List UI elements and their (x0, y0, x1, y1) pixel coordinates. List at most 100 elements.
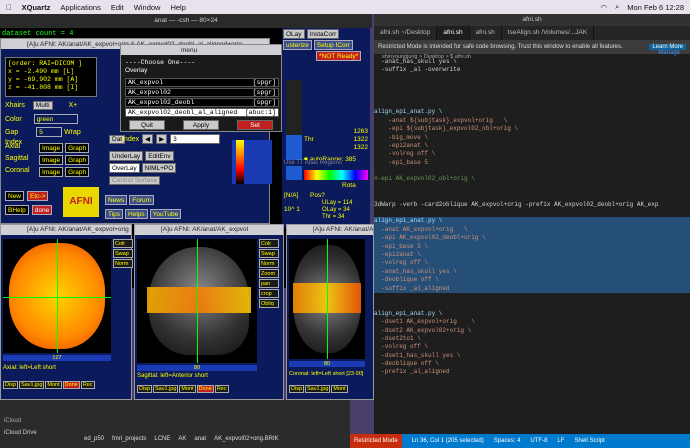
code-line[interactable]: -anat AK_expvol+orig \ (374, 225, 690, 235)
icloud-drive-item[interactable]: iCloud Drive (4, 430, 37, 436)
code-line[interactable]: -dset2 AK_expvol02+orig \ (374, 327, 690, 335)
afni-logo[interactable]: AFNI (63, 187, 99, 217)
menu-item[interactable]: AK_expvol02_deobl [spgr] (125, 98, 279, 107)
code-line[interactable]: -suffix _al_aligned (374, 284, 690, 293)
code-line[interactable]: -dset1_has_skull yes \ (374, 352, 690, 360)
code-line[interactable] (374, 75, 690, 83)
sagittal-image-button[interactable]: Image (39, 155, 64, 165)
code-line[interactable]: -epi_base 5 (374, 159, 690, 167)
clusterize-button[interactable]: usterize (283, 40, 312, 50)
menu-edit[interactable]: Edit (111, 3, 124, 12)
menu-applications[interactable]: Applications (60, 3, 100, 12)
xhairs-select[interactable]: Multi (32, 101, 53, 110)
side-zoom[interactable]: Zoom (259, 269, 279, 278)
code-line[interactable]: -deoblique off \ (374, 360, 690, 368)
app-menu[interactable]: XQuartz (22, 3, 51, 12)
code-line[interactable]: -epi2anat \ (374, 250, 690, 260)
axial-image-button[interactable]: Image (39, 143, 64, 153)
code-line[interactable] (374, 209, 690, 217)
side-crop[interactable]: crop (259, 289, 279, 298)
sagittal-graph-button[interactable]: Graph (65, 155, 90, 165)
side-norm[interactable]: Norm (113, 259, 133, 268)
color-scale-bar[interactable] (232, 140, 272, 184)
code-line[interactable]: -epi_base 5 \ (374, 242, 690, 251)
side-colr[interactable]: Colr (113, 239, 133, 248)
code-line[interactable]: -deoblique off \ (374, 276, 690, 285)
disp-button[interactable]: Disp (137, 385, 153, 393)
instacorr-button[interactable]: InstaCorr (306, 29, 340, 39)
mont-button[interactable]: Mont (331, 385, 348, 393)
sagittal-slider[interactable]: 80 (137, 365, 257, 371)
line-ending[interactable]: LF (557, 438, 564, 444)
code-line[interactable]: -dset1 AK_expvol+orig \ (374, 318, 690, 326)
disp-button[interactable]: Disp (289, 385, 305, 393)
menu-item[interactable]: AK_expvol02 [spgr] (125, 88, 279, 97)
menu-item[interactable]: AK_expvol [spgr] (125, 78, 279, 87)
underlay-button[interactable]: UnderLay (109, 151, 144, 161)
etc-button[interactable]: Etc-> (27, 191, 49, 201)
path-segment[interactable]: anat (194, 436, 206, 442)
menu-window[interactable]: Window (134, 3, 161, 12)
cursor-position[interactable]: Ln 36, Col 1 (205 selected) (412, 438, 484, 444)
power-value[interactable]: 1 (296, 206, 300, 213)
code-line[interactable] (374, 184, 690, 192)
done-button[interactable]: done (31, 205, 53, 215)
youtube-button[interactable]: YouTube (149, 209, 182, 219)
overlay-button[interactable]: OverLay (109, 163, 140, 173)
code-line[interactable] (374, 92, 690, 100)
save-button[interactable]: Sav1.jpg (153, 385, 179, 393)
coronal-slider[interactable]: 80 (289, 361, 365, 367)
tab-tsealign[interactable]: tseAlign.sh /Volumes/...JAK (502, 26, 595, 40)
index-input[interactable]: 3 (170, 134, 221, 144)
mont-button[interactable]: Mont (45, 381, 62, 389)
coronal-image-button[interactable]: Image (39, 167, 64, 177)
coronal-graph-button[interactable]: Graph (65, 167, 90, 177)
code-line[interactable] (374, 293, 690, 301)
side-pan[interactable]: pan (259, 279, 279, 288)
rec-button[interactable]: Rec (214, 385, 229, 393)
helps-button[interactable]: Helps (125, 209, 148, 219)
index-decrement[interactable]: ◀ (142, 134, 154, 144)
code-line[interactable]: -prefix _al_aligned (374, 368, 690, 376)
pos-toggle[interactable]: Pos? (310, 192, 325, 199)
code-line[interactable]: 3dWarp -verb -card2oblique AK_expvol+ori… (374, 201, 690, 209)
new-button[interactable]: New (5, 191, 25, 201)
bhelp-button[interactable]: BHelp (5, 205, 29, 215)
code-line[interactable] (374, 83, 690, 91)
axial-image-view[interactable] (3, 239, 111, 353)
gap-select[interactable]: 5 (36, 127, 63, 137)
tips-button[interactable]: Tips (105, 209, 124, 219)
use-tt-atlas[interactable]: Use TT Atlas Regions (284, 160, 342, 166)
save-button[interactable]: Sav1.jpg (305, 385, 331, 393)
mont-button[interactable]: Mont (179, 385, 196, 393)
code-line[interactable]: -volreg off \ (374, 150, 690, 158)
side-swap[interactable]: Swap (259, 249, 279, 258)
path-segment[interactable]: fmri_projects (112, 436, 146, 442)
coronal-image-view[interactable] (289, 239, 365, 359)
code-line[interactable]: #-epi AK_expvol02_obl+orig \ (374, 175, 690, 183)
disp-button[interactable]: Disp (3, 381, 19, 389)
code-line[interactable]: align_epi_anat.py \ (374, 108, 690, 116)
side-obliq[interactable]: Obliq (259, 299, 279, 308)
apple-icon[interactable]:  (6, 3, 12, 12)
search-icon[interactable]: ⌕ (615, 2, 619, 12)
setup-icorr-button[interactable]: Setup ICorr (313, 40, 354, 50)
menu-help[interactable]: Help (170, 3, 185, 12)
manage-link[interactable]: Manage (658, 50, 680, 56)
code-line[interactable]: -dset2to1 \ (374, 335, 690, 343)
quit-button[interactable]: Quit (129, 120, 165, 130)
code-line[interactable]: -volreg off \ (374, 259, 690, 268)
code-line[interactable]: -epi2anat \ (374, 142, 690, 150)
code-line[interactable]: -big_move \ (374, 134, 690, 142)
code-line[interactable]: -volreg off \ (374, 343, 690, 351)
side-colr[interactable]: Colr (259, 239, 279, 248)
path-segment[interactable]: LCNE (154, 436, 170, 442)
path-segment[interactable]: ed_p50 (84, 436, 104, 442)
code-line[interactable] (374, 167, 690, 175)
code-line[interactable]: align_epi_anat.py \ (374, 310, 690, 318)
done-button[interactable]: Done (62, 381, 80, 389)
editenv-button[interactable]: EditEnv (145, 151, 174, 161)
coordinate-readout[interactable]: [order: RAI=DICOM ] x = -2.490 mm [L] y … (5, 57, 97, 97)
code-line[interactable]: -epi AK_expvol02_deobl+orig \ (374, 234, 690, 243)
set-button[interactable]: Set (237, 120, 273, 130)
